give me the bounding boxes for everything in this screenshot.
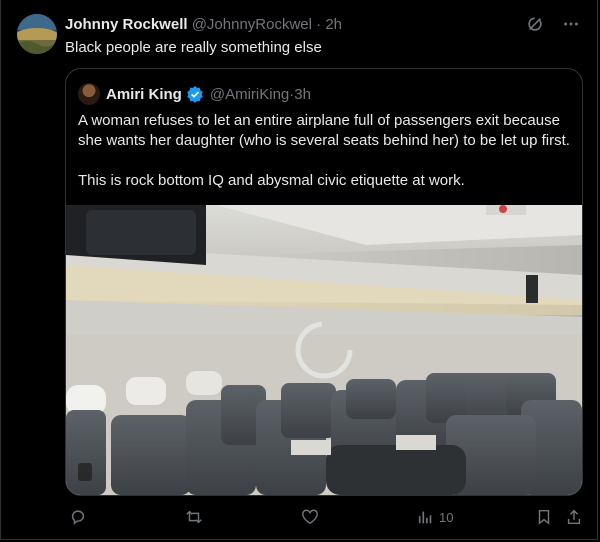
bookmark-icon xyxy=(535,508,553,526)
retweet-icon xyxy=(185,508,203,526)
views-count: 10 xyxy=(439,509,454,525)
share-button[interactable] xyxy=(565,508,583,526)
verified-badge-icon xyxy=(186,85,204,103)
quoted-author-name[interactable]: Amiri King xyxy=(106,86,182,103)
tweet-header: Johnny Rockwell @JohnnyRockwel · 2h xyxy=(65,15,342,35)
reply-button[interactable] xyxy=(69,508,87,526)
tweet-text: Black people are really something else xyxy=(65,39,322,56)
quoted-tweet-text: A woman refuses to let an entire airplan… xyxy=(78,111,572,211)
author-avatar[interactable] xyxy=(17,14,57,54)
quoted-paragraph-1: A woman refuses to let an entire airplan… xyxy=(78,112,570,149)
author-name[interactable]: Johnny Rockwell xyxy=(65,16,188,33)
grok-icon[interactable] xyxy=(525,14,545,34)
quoted-tweet[interactable]: Amiri King @AmiriKing · 3h A woman refus… xyxy=(65,68,583,496)
tweet-card[interactable]: Johnny Rockwell @JohnnyRockwel · 2h Blac… xyxy=(0,0,598,540)
top-actions xyxy=(525,14,581,34)
views-button[interactable]: 10 xyxy=(417,508,453,526)
header-separator: · xyxy=(311,16,326,33)
author-handle[interactable]: @JohnnyRockwel xyxy=(192,16,312,33)
quoted-author-handle[interactable]: @AmiriKing xyxy=(210,86,289,103)
quoted-author-avatar[interactable] xyxy=(78,83,100,105)
video-control-button[interactable] xyxy=(78,463,92,481)
retweet-button[interactable] xyxy=(185,508,203,526)
tweet-actions: 10 xyxy=(65,508,585,528)
more-icon[interactable] xyxy=(561,14,581,34)
share-icon xyxy=(565,508,583,526)
views-icon xyxy=(417,508,435,526)
reply-icon xyxy=(69,508,87,526)
tweet-time[interactable]: 2h xyxy=(325,16,342,33)
quoted-tweet-time[interactable]: 3h xyxy=(294,86,311,103)
video-player[interactable] xyxy=(66,205,582,495)
airplane-cabin-video-frame xyxy=(66,205,582,495)
quoted-tweet-header: Amiri King @AmiriKing · 3h xyxy=(78,83,311,105)
like-button[interactable] xyxy=(301,508,319,526)
quoted-paragraph-2: This is rock bottom IQ and abysmal civic… xyxy=(78,172,465,189)
bookmark-button[interactable] xyxy=(535,508,553,526)
like-icon xyxy=(301,508,319,526)
